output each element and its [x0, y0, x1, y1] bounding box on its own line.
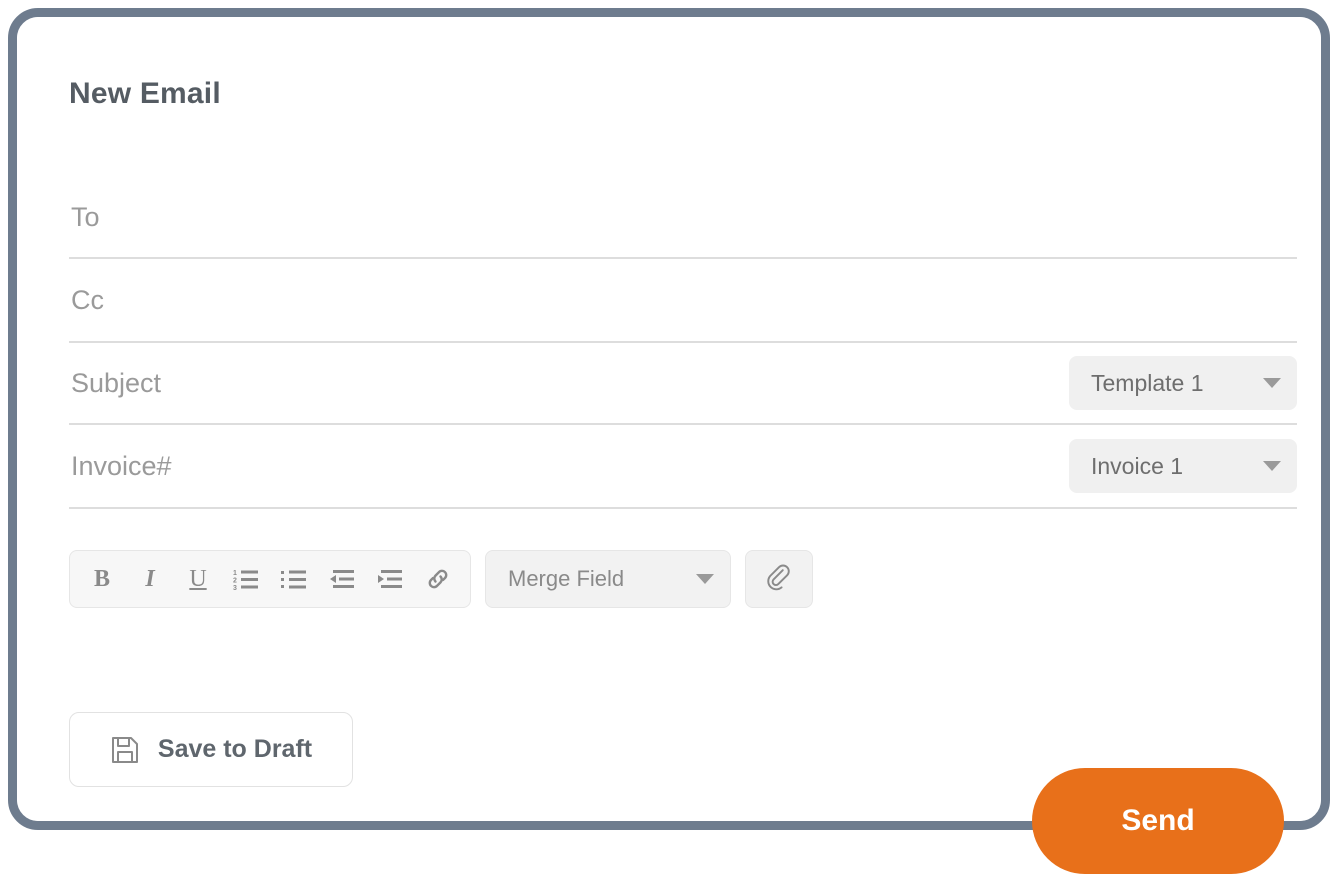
save-to-draft-label: Save to Draft — [157, 735, 313, 763]
invoice-select[interactable]: Invoice 1 — [1069, 439, 1297, 493]
email-composer-screen: New Email Template 1 Invo — [0, 0, 1344, 874]
bold-icon[interactable]: B — [86, 560, 118, 598]
save-to-draft-button[interactable]: Save to Draft — [69, 712, 353, 787]
bulleted-list-icon[interactable] — [278, 560, 310, 598]
underline-glyph: U — [189, 565, 207, 592]
invoice-select-value: Invoice 1 — [1091, 452, 1184, 479]
indent-icon[interactable] — [374, 560, 406, 598]
field-row-to — [69, 177, 1297, 259]
link-icon[interactable] — [422, 560, 454, 598]
template-select[interactable]: Template 1 — [1069, 356, 1297, 410]
chevron-down-icon — [696, 574, 714, 584]
editor-toolbar-area: B I U 1 2 3 Merge Field — [69, 550, 813, 608]
template-select-value: Template 1 — [1091, 369, 1204, 396]
attach-button[interactable] — [745, 550, 813, 608]
send-button[interactable]: Send — [1032, 768, 1284, 874]
to-input[interactable] — [69, 177, 1049, 257]
field-row-subject: Template 1 — [69, 343, 1297, 425]
merge-field-value: Merge Field — [508, 566, 625, 591]
card-body: New Email Template 1 Invo — [17, 17, 1321, 821]
cc-input[interactable] — [69, 259, 1049, 341]
formatting-toolbar: B I U 1 2 3 — [69, 550, 471, 608]
subject-input[interactable] — [69, 343, 1049, 423]
paperclip-icon — [767, 564, 790, 591]
field-row-cc — [69, 259, 1297, 343]
chevron-down-icon — [1263, 378, 1281, 388]
numbered-list-icon[interactable]: 1 2 3 — [230, 560, 262, 598]
field-row-invoice: Invoice 1 — [69, 425, 1297, 509]
floppy-disk-icon — [111, 736, 138, 763]
invoice-input[interactable] — [69, 425, 1049, 507]
merge-field-select[interactable]: Merge Field — [485, 550, 731, 608]
page-title: New Email — [69, 77, 221, 110]
svg-text:3: 3 — [233, 585, 237, 590]
chevron-down-icon — [1263, 461, 1281, 471]
underline-icon[interactable]: U — [182, 560, 214, 598]
new-email-card: New Email Template 1 Invo — [8, 8, 1330, 830]
outdent-icon[interactable] — [326, 560, 358, 598]
svg-text:2: 2 — [233, 578, 237, 585]
bold-glyph: B — [93, 565, 110, 592]
italic-icon[interactable]: I — [134, 560, 166, 598]
svg-text:1: 1 — [233, 570, 237, 577]
italic-glyph: I — [145, 565, 155, 592]
